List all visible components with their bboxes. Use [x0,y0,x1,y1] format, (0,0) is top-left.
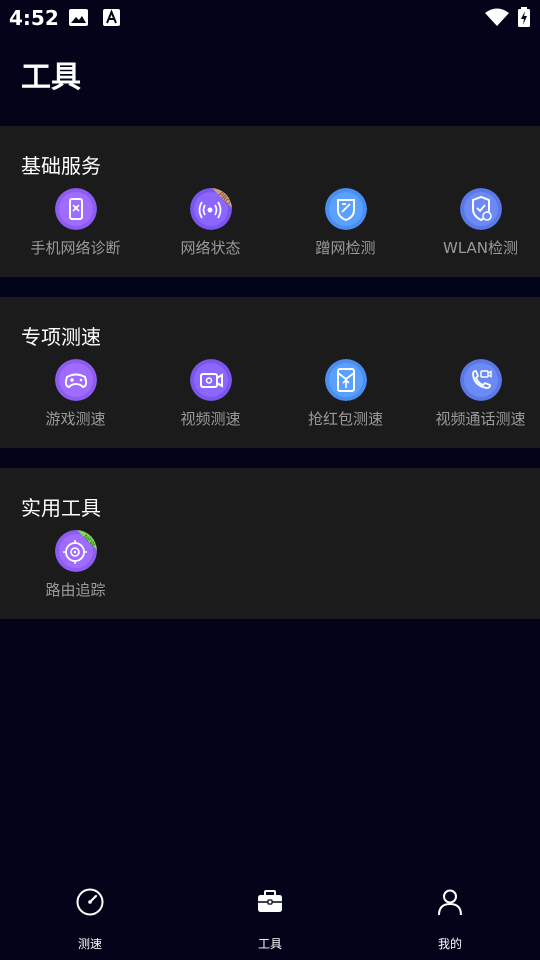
tool-label: 视频通话测速 [435,410,526,428]
tool-label: 网络状态 [180,239,241,257]
network-status-icon: PRO [190,188,232,230]
wifi-leech-shield-icon [325,188,367,230]
tool-wlan-detect[interactable]: WLAN检测 [413,188,540,260]
nav-label: 工具 [257,937,282,951]
video-call-icon [460,359,502,401]
bottom-navigation: 测速 工具 我的 [0,875,540,960]
wifi-signal-icon [485,8,509,26]
font-a-notification-icon [103,9,120,26]
tool-network-status[interactable]: PRO 网络状态 [143,188,278,260]
wlan-shield-icon [460,188,502,230]
speedometer-icon [76,888,104,916]
tool-video-speedtest[interactable]: 视频测速 [143,359,278,431]
tool-label: 抢红包测速 [307,410,383,428]
tool-route-trace[interactable]: NEW 路由追踪 [8,530,143,602]
route-trace-icon: NEW [55,530,97,572]
nav-tab-mine[interactable]: 我的 [390,887,510,951]
image-notification-icon [69,9,88,26]
battery-charging-icon [518,7,530,27]
page-title: 工具 [21,60,81,95]
user-icon [438,889,462,916]
tool-phone-network-diagnose[interactable]: 手机网络诊断 [8,188,143,260]
tool-label: 路由追踪 [45,581,106,599]
section-title: 实用工具 [21,496,101,520]
section-utility-tools: 实用工具 NEW 路由追踪 [0,468,540,619]
section-title: 基础服务 [21,154,101,178]
status-bar: 4:52 [0,0,540,36]
red-envelope-icon [325,359,367,401]
nav-label: 我的 [437,937,462,951]
tool-video-call-speedtest[interactable]: 视频通话测速 [413,359,540,431]
tool-label: WLAN检测 [442,239,518,257]
nav-tab-tools[interactable]: 工具 [210,887,330,951]
toolbox-icon [258,890,282,912]
tool-game-speedtest[interactable]: 游戏测速 [8,359,143,431]
tool-label: 蹭网检测 [315,239,376,257]
tool-wifi-leech-detect[interactable]: 蹭网检测 [278,188,413,260]
video-camera-icon [190,359,232,401]
nav-label: 测速 [77,937,102,951]
nav-tab-speedtest[interactable]: 测速 [30,887,150,951]
gamepad-icon [55,359,97,401]
section-basic-services: 基础服务 手机网络诊断 PRO 网络状态 蹭网检测 WLAN检测 [0,126,540,277]
tool-label: 游戏测速 [45,410,106,428]
section-title: 专项测速 [21,325,101,349]
section-special-speedtest: 专项测速 游戏测速 视频测速 抢红包测速 视频通话测速 [0,297,540,448]
phone-diagnose-icon [55,188,97,230]
tool-label: 视频测速 [180,410,241,428]
tool-label: 手机网络诊断 [30,239,121,257]
status-time: 4:52 [9,6,59,30]
tool-red-envelope-speedtest[interactable]: 抢红包测速 [278,359,413,431]
